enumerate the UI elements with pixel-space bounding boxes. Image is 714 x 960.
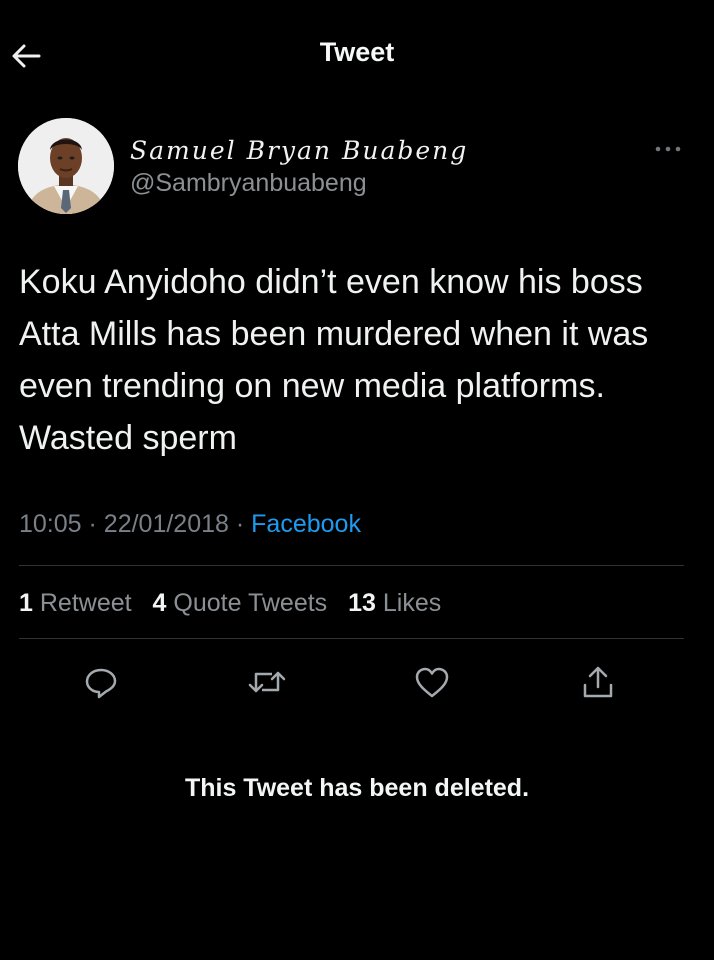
tweet-date: 22/01/2018 bbox=[103, 510, 229, 538]
author-display-name[interactable]: Samuel Bryan Buabeng bbox=[130, 136, 468, 165]
deleted-tweet-notice: This Tweet has been deleted. bbox=[184, 774, 530, 802]
avatar[interactable] bbox=[18, 118, 114, 214]
retweets-count: 1 bbox=[19, 589, 33, 617]
divider bbox=[19, 565, 684, 566]
retweets-label: Retweet bbox=[39, 589, 132, 617]
tweet-source-link[interactable]: Facebook bbox=[251, 510, 361, 538]
meta-separator: · bbox=[235, 510, 245, 538]
likes-stat[interactable]: 13 Likes bbox=[348, 589, 441, 617]
quote-tweets-count: 4 bbox=[152, 589, 167, 617]
author-handle[interactable]: @Sambryanbuabeng bbox=[130, 169, 367, 198]
tweet-stats: 1 Retweet 4 Quote Tweets 13 Likes bbox=[19, 589, 455, 618]
share-button[interactable] bbox=[576, 660, 620, 704]
meta-separator: · bbox=[88, 510, 97, 538]
share-icon bbox=[583, 666, 613, 698]
reply-button[interactable] bbox=[79, 660, 123, 704]
likes-count: 13 bbox=[348, 589, 376, 617]
quote-tweets-stat[interactable]: 4 Quote Tweets bbox=[153, 589, 328, 617]
tweet-meta: 10:05 · 22/01/2018 · Facebook bbox=[19, 510, 361, 539]
tweet-time: 10:05 bbox=[19, 510, 82, 538]
quote-tweets-label: Quote Tweets bbox=[173, 589, 328, 617]
retweets-stat[interactable]: 1 Retweet bbox=[19, 589, 132, 617]
divider bbox=[19, 638, 684, 639]
retweet-button[interactable] bbox=[245, 660, 289, 704]
reply-icon bbox=[85, 668, 117, 699]
retweet-icon bbox=[248, 671, 286, 693]
likes-label: Likes bbox=[382, 589, 442, 617]
like-button[interactable] bbox=[410, 660, 454, 704]
tweet-text: Koku Anyidoho didn’t even know his boss … bbox=[19, 263, 649, 457]
top-bar: Tweet bbox=[0, 0, 714, 110]
profile-photo bbox=[18, 118, 114, 214]
more-horizontal-icon bbox=[655, 146, 681, 152]
more-options-button[interactable] bbox=[650, 136, 686, 162]
like-icon bbox=[415, 667, 449, 698]
page-title: Tweet bbox=[319, 37, 395, 67]
